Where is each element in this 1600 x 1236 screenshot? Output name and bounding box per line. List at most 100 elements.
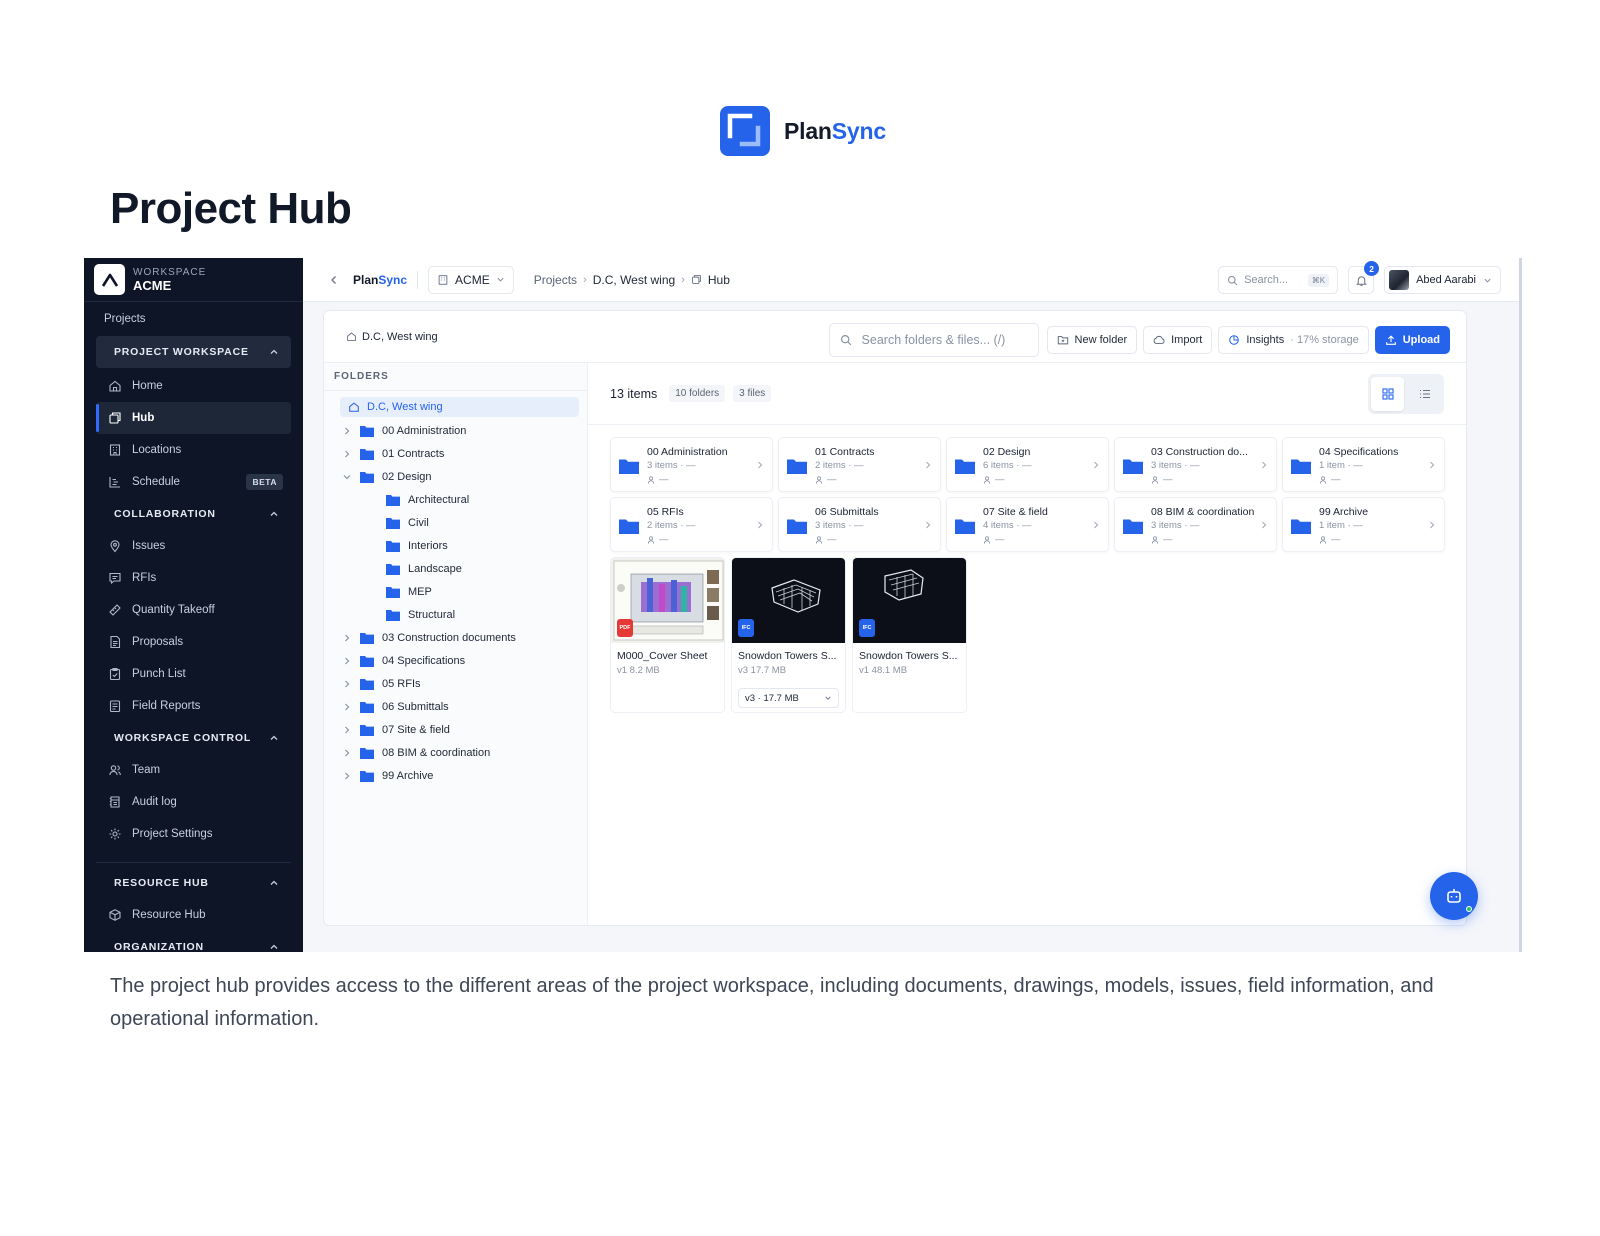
folder-count-chip: 10 folders [669,385,726,402]
tree-item[interactable]: 07 Site & field [324,718,587,741]
tree-item[interactable]: Structural [324,603,587,626]
tree-item[interactable]: Landscape [324,557,587,580]
chevron-down-icon[interactable] [342,472,352,482]
folder-card[interactable]: 04 Specifications 1 item · — — [1282,437,1445,492]
chevron-right-icon[interactable] [342,656,352,666]
sidebar-item-issues[interactable]: Issues [96,530,291,562]
chevron-right-icon[interactable] [342,702,352,712]
chevron-left-icon[interactable] [327,273,341,287]
section-workspace-control[interactable]: WORKSPACE CONTROL [96,722,291,754]
chevron-right-icon[interactable] [342,748,352,758]
file-grid: PDF M000_Cover Sheet v1 8.2 MB IFC Snowd… [610,557,967,713]
import-button[interactable]: Import [1143,326,1213,354]
tree-item[interactable]: Civil [324,511,587,534]
file-card[interactable]: PDF M000_Cover Sheet v1 8.2 MB [610,557,725,713]
tree-item[interactable]: 01 Contracts [324,442,587,465]
folder-card[interactable]: 05 RFIs 2 items · — — [610,497,773,552]
hub-breadcrumb[interactable]: D.C, West wing [346,331,438,343]
breadcrumb-current: Hub [707,272,730,287]
notifications-button[interactable]: 2 [1348,261,1380,294]
tree-item[interactable]: 99 Archive [324,764,587,787]
user-icon [815,535,823,544]
chevron-right-icon[interactable] [342,725,352,735]
folder-card[interactable]: 06 Submittals 3 items · — — [778,497,941,552]
user-icon [1151,535,1159,544]
folder-card[interactable]: 03 Construction do... 3 items · — — [1114,437,1277,492]
chevron-right-icon [1094,521,1099,529]
sidebar-item-hub[interactable]: Hub [96,402,291,434]
file-card[interactable]: IFC Snowdon Towers S... v3 17.7 MB v3 · … [731,557,846,713]
breadcrumb-project[interactable]: D.C, West wing [593,273,675,287]
folder-card[interactable]: 00 Administration 3 items · — — [610,437,773,492]
folder-card[interactable]: 08 BIM & coordination 3 items · — — [1114,497,1277,552]
folder-search-input[interactable]: Search folders & files... (/) [828,323,1039,357]
global-search-input[interactable]: Search... ⌘K [1218,266,1339,294]
section-project-workspace[interactable]: PROJECT WORKSPACE [96,336,291,368]
location-pin-icon [110,540,120,553]
workspace-switcher[interactable]: WORKSPACE ACME [84,258,303,302]
org-selector[interactable]: ACME [428,265,514,294]
section-collaboration[interactable]: COLLABORATION [96,498,291,530]
section-resource-hub[interactable]: RESOURCE HUB [96,867,291,899]
sidebar-item-proposals[interactable]: Proposals [96,626,291,658]
breadcrumb: Projects › D.C, West wing › Hub [534,273,730,287]
chevron-right-icon[interactable] [342,771,352,781]
tree-item[interactable]: 08 BIM & coordination [324,741,587,764]
sidebar-item-punch-list[interactable]: Punch List [96,658,291,690]
list-view-button[interactable] [1408,377,1441,411]
tree-item[interactable]: 00 Administration [324,419,587,442]
folder-card[interactable]: 99 Archive 1 item · — — [1282,497,1445,552]
tree-item[interactable]: MEP [324,580,587,603]
breadcrumb-projects[interactable]: Projects [534,273,577,287]
topbar-brand[interactable]: PlanSync [353,273,407,287]
folder-card[interactable]: 07 Site & field 4 items · — — [946,497,1109,552]
list-icon [1419,389,1430,399]
sidebar-item-schedule[interactable]: Schedule BETA [96,466,291,498]
sidebar-item-project-settings[interactable]: Project Settings [96,818,291,850]
file-name: M000_Cover Sheet [617,650,708,662]
sidebar-item-home[interactable]: Home [96,370,291,402]
beta-badge: BETA [246,474,283,490]
tree-item[interactable]: 04 Specifications [324,649,587,672]
folder-card[interactable]: 01 Contracts 2 items · — — [778,437,941,492]
version-select[interactable]: v3 · 17.7 MB [738,688,839,708]
chevron-right-icon[interactable] [342,679,352,689]
sidebar-projects-link[interactable]: Projects [84,302,303,336]
assistant-button[interactable] [1430,872,1478,920]
chevron-right-icon [926,461,931,469]
chevron-right-icon[interactable] [342,426,352,436]
sidebar-item-quantity-takeoff[interactable]: Quantity Takeoff [96,594,291,626]
view-toggle [1368,374,1444,414]
tree-item[interactable]: Architectural [324,488,587,511]
folder-card[interactable]: 02 Design 6 items · — — [946,437,1109,492]
tree-item[interactable]: Interiors [324,534,587,557]
file-card[interactable]: IFC Snowdon Towers S... v1 48.1 MB [852,557,967,713]
section-organization[interactable]: ORGANIZATION [96,931,291,952]
tree-item[interactable]: 03 Construction documents [324,626,587,649]
tree-item[interactable]: 02 Design [324,465,587,488]
chevron-right-icon[interactable] [342,449,352,459]
upload-button[interactable]: Upload [1374,326,1450,354]
tree-root-item[interactable]: D.C, West wing [340,397,579,417]
search-icon [840,334,851,346]
file-count-chip: 3 files [733,385,772,402]
folder-icon [1123,519,1143,534]
sidebar-item-resource-hub[interactable]: Resource Hub [96,899,291,931]
grid-icon [1381,388,1394,400]
sidebar-item-locations[interactable]: Locations [96,434,291,466]
folder-icon [1123,459,1143,474]
sidebar: WORKSPACE ACME Projects PROJECT WORKSPAC… [84,258,303,952]
grid-view-button[interactable] [1371,377,1404,411]
user-menu[interactable]: Abed Aarabi [1384,266,1501,294]
sidebar-item-audit-log[interactable]: Audit log [96,786,291,818]
tree-item[interactable]: 06 Submittals [324,695,587,718]
tree-item[interactable]: 05 RFIs [324,672,587,695]
folder-icon [360,770,374,782]
sidebar-item-team[interactable]: Team [96,754,291,786]
insights-button[interactable]: Insights · 17% storage [1218,326,1369,354]
sidebar-item-field-reports[interactable]: Field Reports [96,690,291,722]
user-icon [1319,535,1327,544]
new-folder-button[interactable]: New folder [1046,326,1138,354]
sidebar-item-rfis[interactable]: RFIs [96,562,291,594]
chevron-right-icon[interactable] [342,633,352,643]
